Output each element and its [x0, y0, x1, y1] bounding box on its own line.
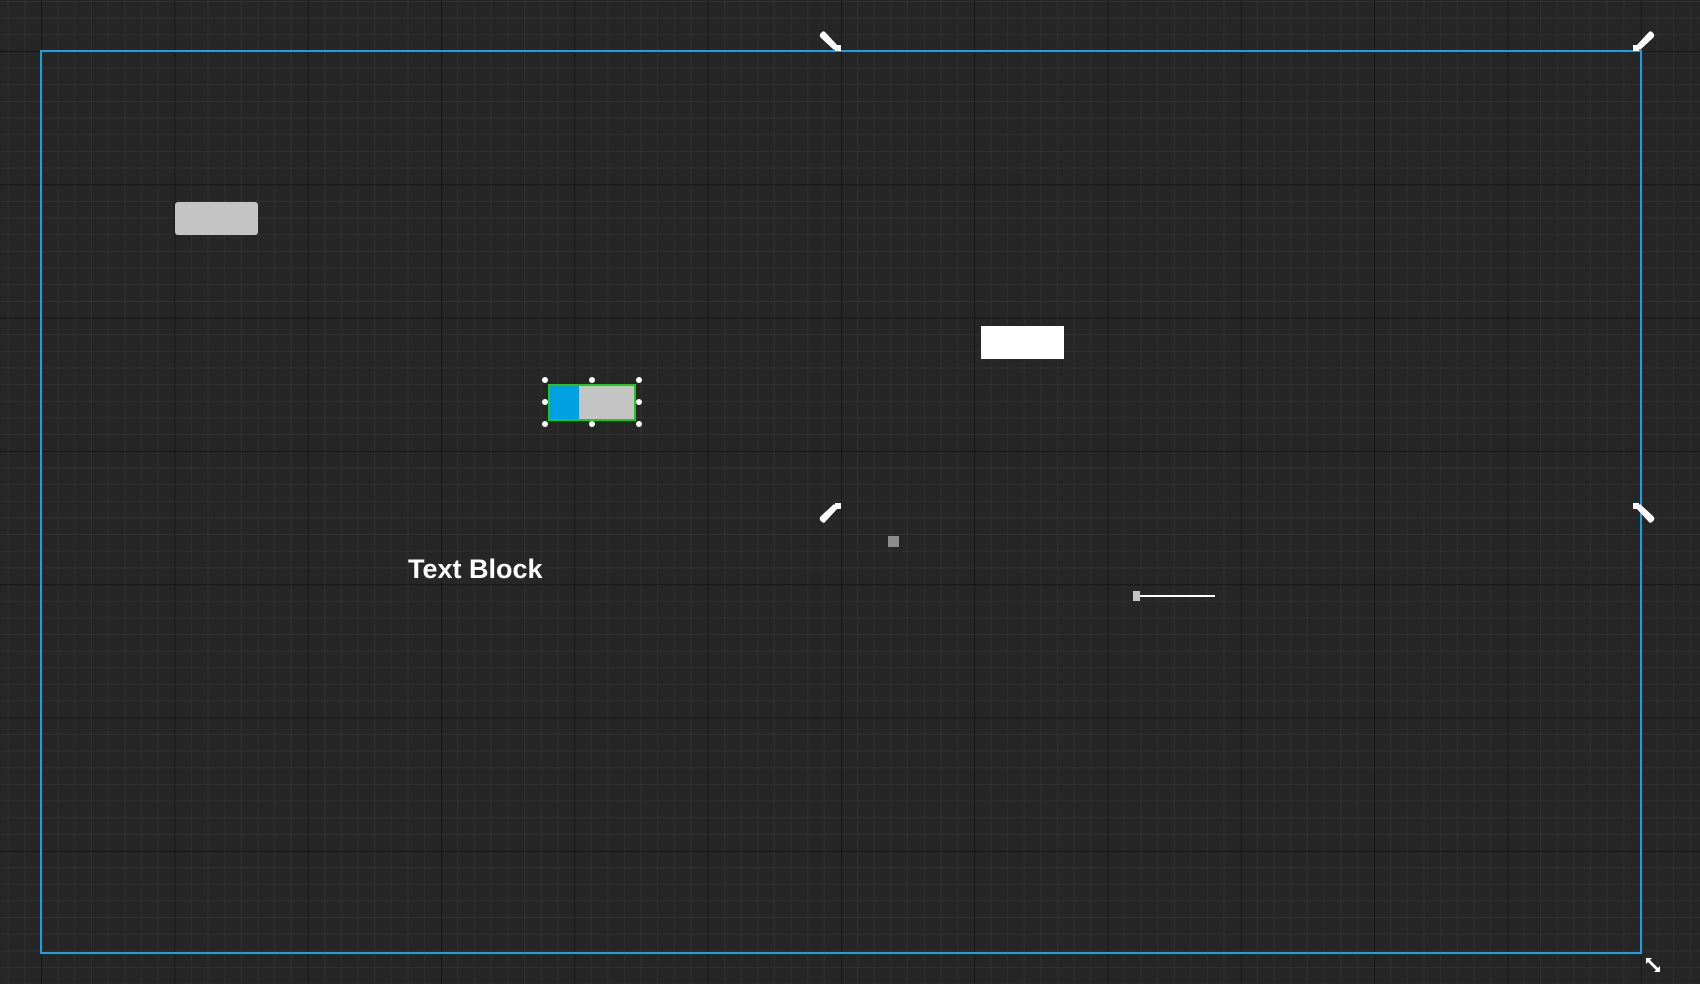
selection-handle-bottom-right[interactable] — [636, 421, 642, 427]
anchor-bottom-left-icon[interactable] — [816, 500, 844, 528]
designer-surface[interactable]: Text Block — [0, 0, 1700, 984]
button-widget[interactable] — [175, 202, 258, 235]
slider-track[interactable] — [1137, 595, 1215, 597]
anchor-bottom-right-icon[interactable] — [1630, 500, 1658, 528]
selection-handle-top[interactable] — [589, 377, 595, 383]
anchor-top-left-icon[interactable] — [816, 26, 844, 54]
resize-diagonal-icon[interactable] — [1644, 956, 1662, 974]
text-block-widget[interactable]: Text Block — [408, 554, 543, 585]
anchor-top-right-icon[interactable] — [1630, 26, 1658, 54]
selection-handle-bottom-left[interactable] — [542, 421, 548, 427]
check-box-widget[interactable] — [888, 536, 899, 547]
progress-bar-fill — [550, 386, 580, 419]
selection-handle-bottom[interactable] — [589, 421, 595, 427]
slider-widget[interactable] — [1133, 589, 1215, 603]
selection-handle-top-right[interactable] — [636, 377, 642, 383]
selection-handle-right[interactable] — [636, 399, 642, 405]
selection-handle-top-left[interactable] — [542, 377, 548, 383]
editable-text-box-widget[interactable] — [981, 326, 1064, 359]
selection-handle-left[interactable] — [542, 399, 548, 405]
progress-bar-widget[interactable] — [548, 384, 636, 421]
slider-thumb[interactable] — [1133, 591, 1140, 601]
